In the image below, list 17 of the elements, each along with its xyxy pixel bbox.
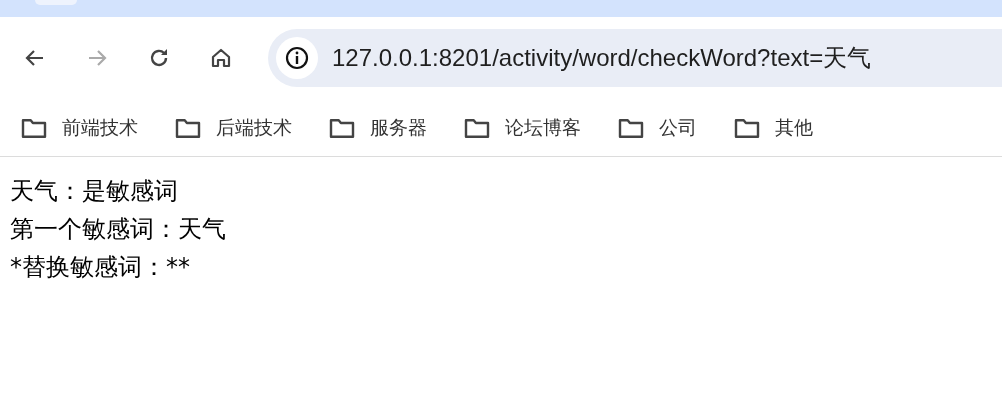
bookmark-folder[interactable]: 其他 bbox=[733, 114, 813, 141]
result-text: *替换敏感词：** bbox=[10, 252, 191, 283]
folder-icon bbox=[733, 116, 761, 139]
bookmark-folder[interactable]: 服务器 bbox=[328, 114, 427, 141]
address-bar[interactable]: 127.0.0.1:8201/activity/word/checkWord?text=天气 bbox=[268, 28, 1002, 87]
bookmark-folder[interactable]: 论坛博客 bbox=[463, 114, 581, 141]
info-icon[interactable] bbox=[285, 45, 309, 70]
folder-icon bbox=[463, 116, 491, 139]
bookmark-folder[interactable]: 前端技术 bbox=[20, 114, 138, 141]
folder-icon bbox=[328, 116, 356, 139]
folder-icon bbox=[174, 116, 202, 139]
bookmark-folder[interactable]: 后端技术 bbox=[174, 114, 292, 141]
result-text: 第一个敏感词：天气 bbox=[10, 214, 227, 245]
folder-icon bbox=[617, 116, 645, 139]
bookmark-folder[interactable]: 公司 bbox=[617, 114, 697, 141]
folder-icon bbox=[20, 116, 48, 139]
result-text: 天气：是敏感词 bbox=[10, 176, 179, 207]
